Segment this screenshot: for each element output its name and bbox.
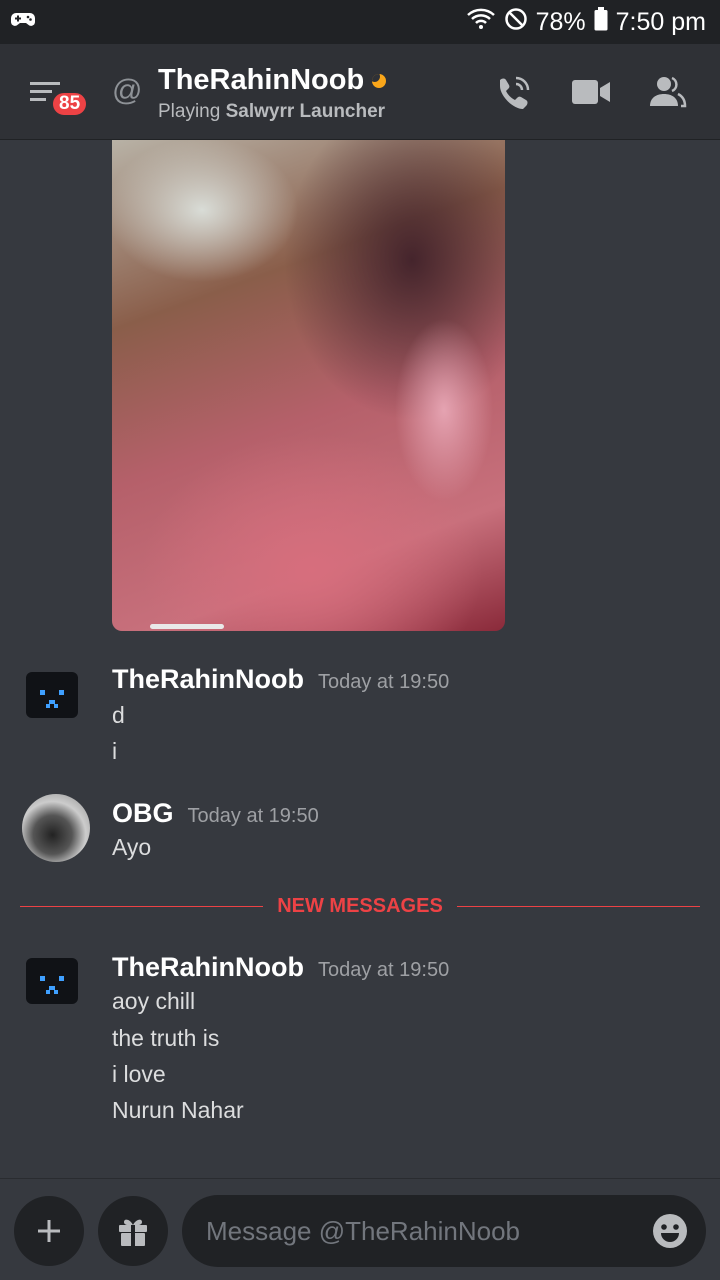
new-messages-label: NEW MESSAGES (277, 894, 443, 917)
message-input[interactable] (182, 1195, 706, 1267)
divider-rule (456, 905, 701, 907)
activity-status: Playing Salwyrr Launcher (158, 101, 386, 123)
message-text: Nurun Nahar (112, 1097, 244, 1123)
dm-username: TheRahinNoob (158, 64, 365, 96)
message-author[interactable]: TheRahinNoob (112, 664, 304, 695)
plus-icon (38, 1220, 60, 1242)
message-text: d (112, 702, 125, 728)
smiley-icon (653, 1214, 687, 1248)
gift-icon (119, 1219, 147, 1246)
activity-prefix: Playing (158, 101, 221, 122)
at-icon: @ (112, 74, 143, 107)
emoji-button[interactable] (652, 1213, 688, 1249)
message-text: i (112, 738, 118, 764)
divider-rule (20, 905, 264, 907)
message-text: Ayo (112, 834, 152, 860)
do-not-disturb-icon (504, 7, 528, 38)
channel-header: 85 @ TheRahinNoob Playing Salwyrr Launch… (0, 44, 720, 140)
message-text: aoy chill (112, 988, 196, 1014)
clock: 7:50 pm (615, 7, 706, 36)
activity-name: Salwyrr Launcher (225, 101, 386, 122)
new-messages-divider: NEW MESSAGES (20, 893, 701, 919)
avatar[interactable] (26, 958, 78, 1004)
add-attachment-button[interactable] (14, 1196, 84, 1266)
avatar[interactable] (22, 794, 90, 862)
message-author[interactable]: TheRahinNoob (112, 952, 304, 983)
voice-call-button[interactable] (494, 74, 534, 110)
status-bar: 78% 7:50 pm (0, 0, 720, 44)
message-timestamp: Today at 19:50 (317, 959, 450, 981)
message-timestamp: Today at 19:50 (187, 805, 319, 827)
wifi-icon (466, 7, 496, 38)
video-call-button[interactable] (572, 74, 612, 110)
avatar[interactable] (26, 672, 78, 718)
message-text: i love (112, 1061, 166, 1087)
notification-badge: 85 (50, 90, 90, 118)
image-attachment[interactable] (112, 140, 505, 631)
message-author[interactable]: OBG (112, 798, 174, 829)
gift-button[interactable] (98, 1196, 168, 1266)
message-timestamp: Today at 19:50 (317, 671, 450, 693)
video-progress-handle (150, 624, 224, 629)
gamepad-icon (10, 8, 36, 37)
idle-status-icon (372, 73, 387, 88)
battery-percent: 78% (535, 7, 586, 36)
members-button[interactable] (648, 74, 688, 110)
battery-icon (594, 6, 608, 38)
message-composer (0, 1178, 720, 1280)
message-text: the truth is (112, 1025, 220, 1051)
channel-title-block[interactable]: TheRahinNoob Playing Salwyrr Launcher (158, 64, 387, 123)
